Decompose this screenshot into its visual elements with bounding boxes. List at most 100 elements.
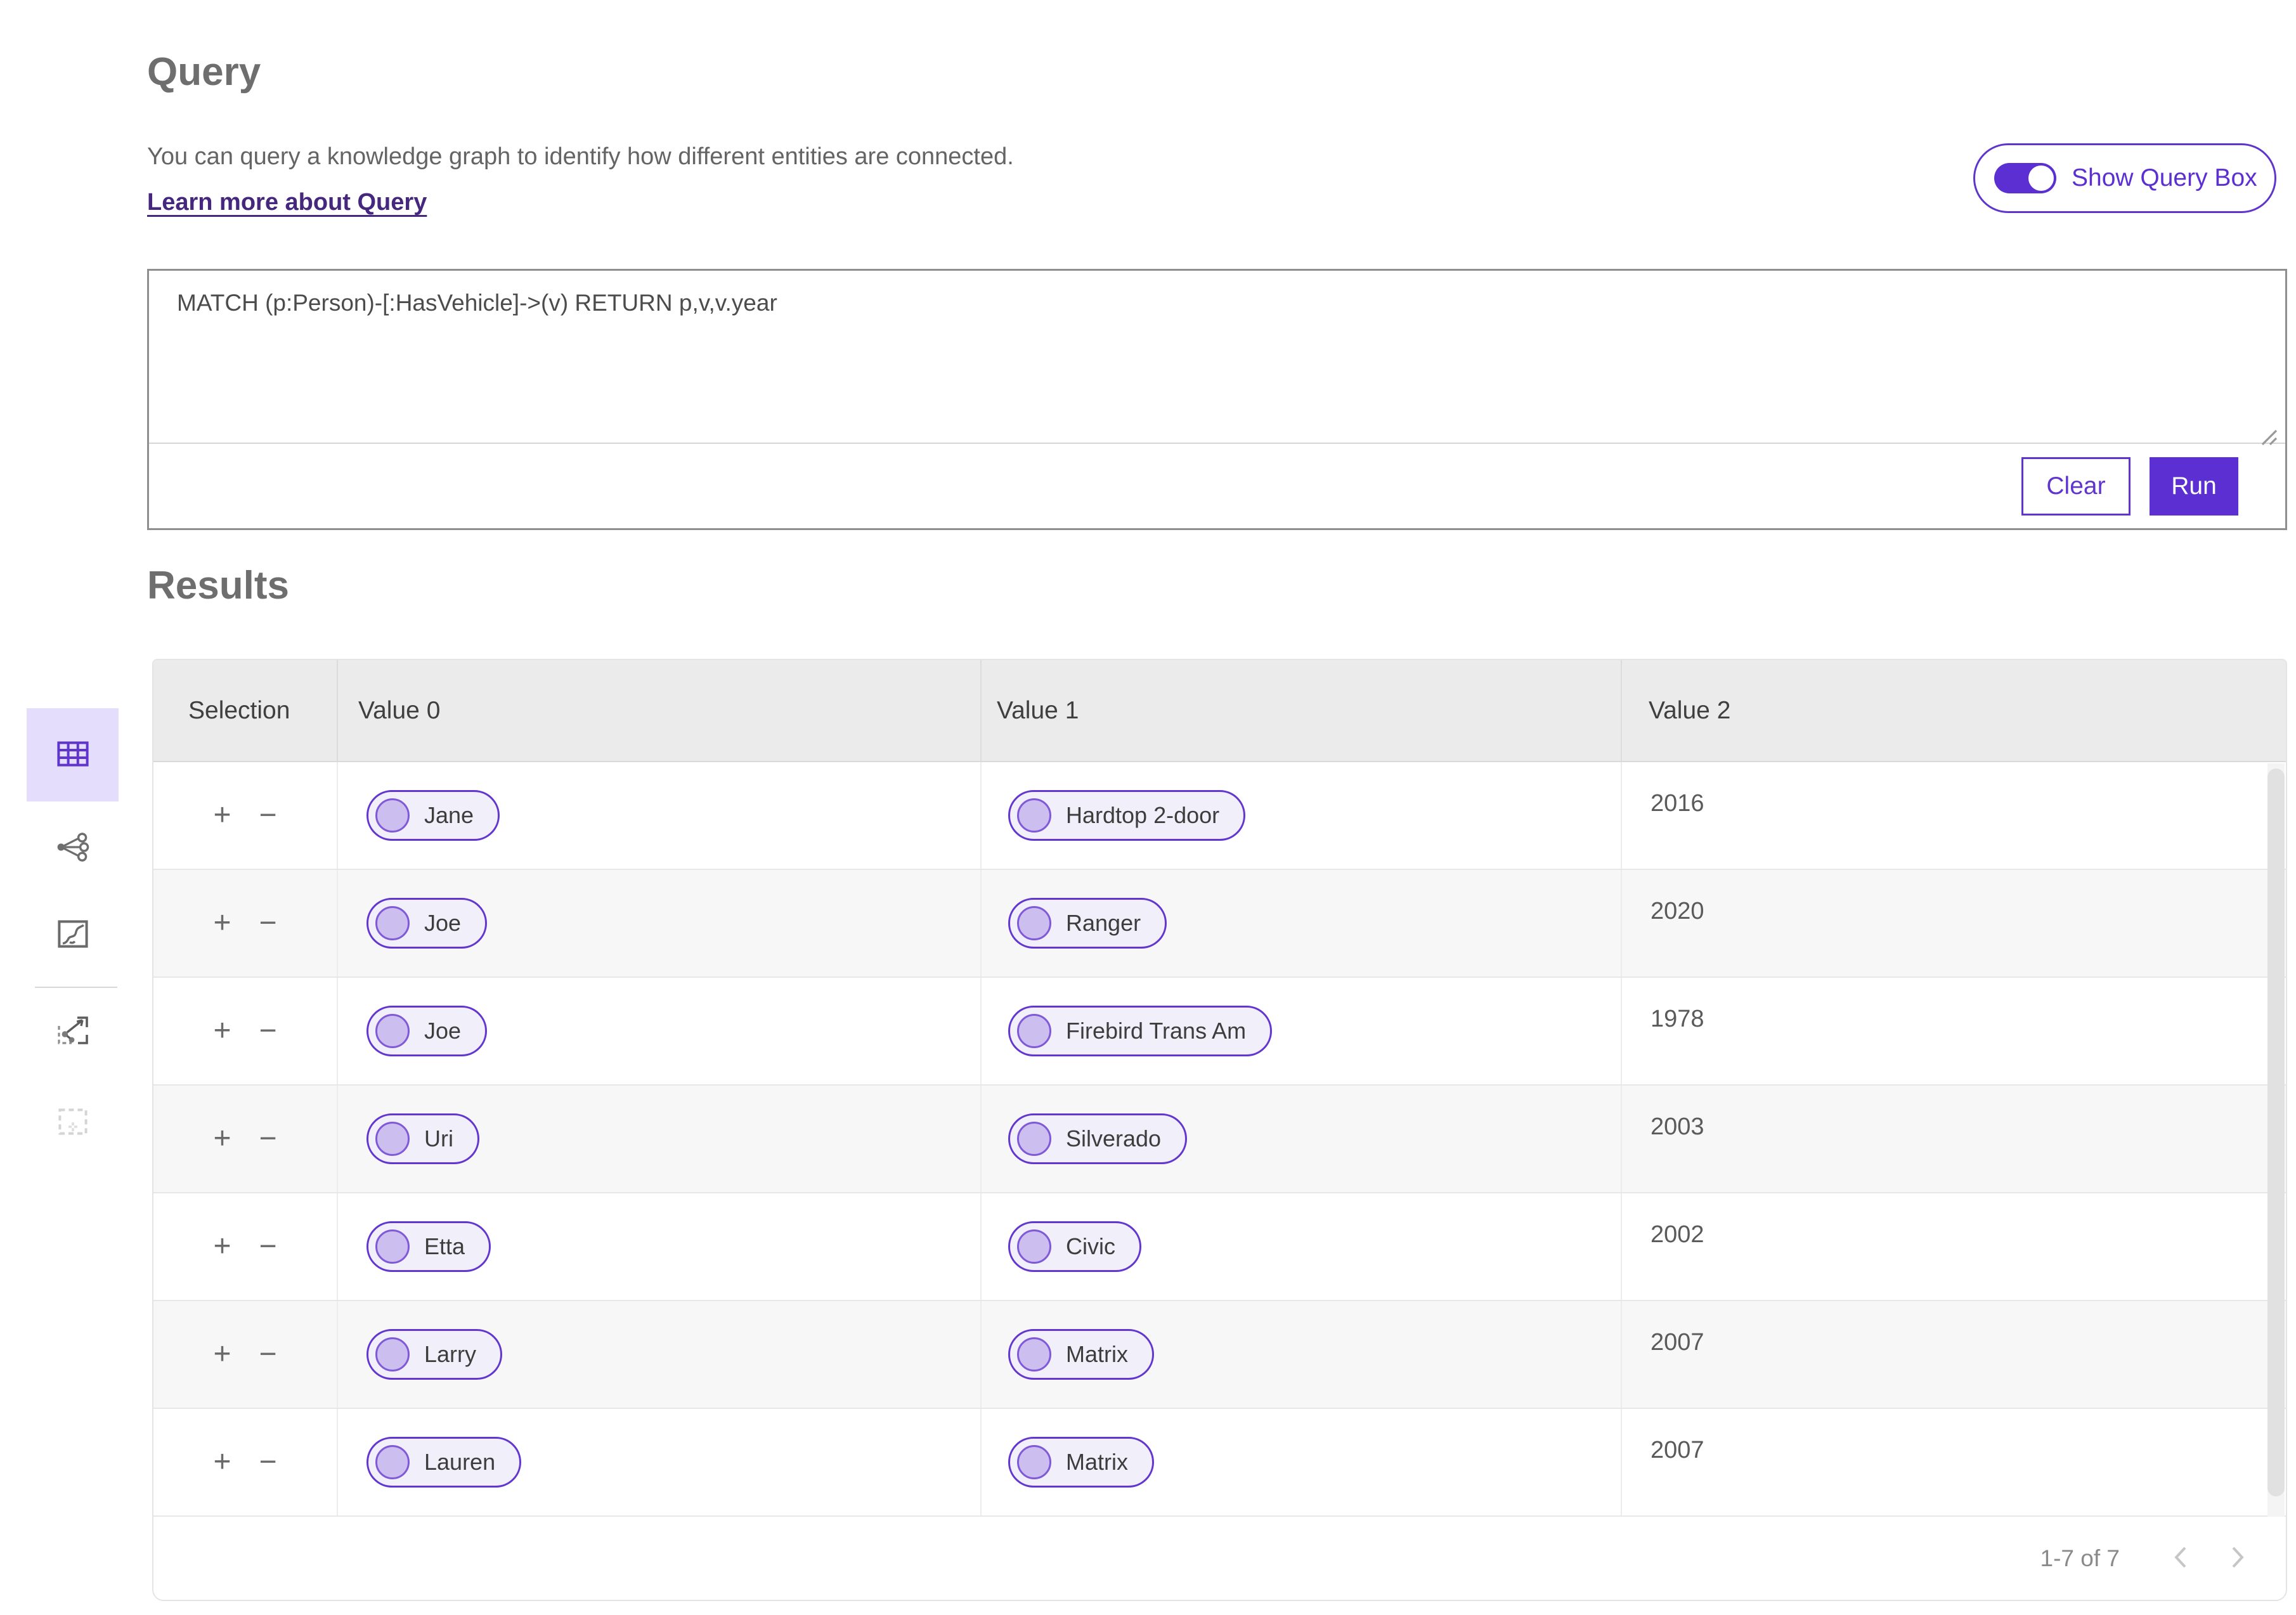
query-input[interactable]: MATCH (p:Person)-[:HasVehicle]->(v) RETU… xyxy=(149,271,2285,443)
prev-page-button[interactable] xyxy=(2172,1545,2188,1572)
column-header-value1: Value 1 xyxy=(982,660,1622,761)
value2-cell: 2003 xyxy=(1651,1113,1704,1140)
node-label: Civic xyxy=(1066,1233,1115,1259)
value1-cell: Hardtop 2-door xyxy=(982,762,1622,869)
node-circle-icon xyxy=(375,798,410,833)
sidebar-item-selection-tool xyxy=(27,1092,119,1153)
person-node-pill[interactable]: Lauren xyxy=(366,1437,522,1488)
next-page-button[interactable] xyxy=(2230,1545,2247,1572)
node-label: Ranger xyxy=(1066,910,1141,936)
run-button[interactable]: Run xyxy=(2150,457,2238,516)
value0-cell: Joe xyxy=(338,978,982,1084)
query-section-title: Query xyxy=(147,50,261,94)
sidebar-item-map-view[interactable] xyxy=(27,904,119,965)
remove-selection-button[interactable]: − xyxy=(259,1339,277,1370)
person-node-pill[interactable]: Etta xyxy=(366,1221,491,1272)
table-row: + − Jane Hardtop 2-door 2016 xyxy=(153,762,2286,870)
sidebar-item-network-view[interactable] xyxy=(27,817,119,878)
vehicle-node-pill[interactable]: Firebird Trans Am xyxy=(1008,1006,1273,1056)
chevron-right-icon xyxy=(2230,1545,2247,1572)
selection-cell: + − xyxy=(153,1301,338,1408)
value1-cell: Silverado xyxy=(982,1086,1622,1192)
value1-cell: Matrix xyxy=(982,1301,1622,1408)
vehicle-node-pill[interactable]: Silverado xyxy=(1008,1113,1188,1164)
table-row: + − Etta Civic 2002 xyxy=(153,1193,2286,1301)
person-node-pill[interactable]: Joe xyxy=(366,1006,488,1056)
vehicle-node-pill[interactable]: Civic xyxy=(1008,1221,1141,1272)
query-actions-bar: Clear Run xyxy=(149,443,2285,528)
node-circle-icon xyxy=(1017,798,1051,833)
value2-cell: 2002 xyxy=(1651,1221,1704,1248)
node-circle-icon xyxy=(375,1122,410,1156)
remove-selection-button[interactable]: − xyxy=(259,1231,277,1262)
toggle-switch-icon xyxy=(1994,163,2056,193)
table-footer: 1-7 of 7 xyxy=(153,1517,2286,1600)
node-label: Joe xyxy=(424,910,462,936)
clear-button[interactable]: Clear xyxy=(2021,457,2131,516)
column-header-value0: Value 0 xyxy=(338,660,982,761)
vehicle-node-pill[interactable]: Hardtop 2-door xyxy=(1008,790,1246,841)
value2-cell: 2007 xyxy=(1651,1329,1704,1356)
table-row: + − Uri Silverado 2003 xyxy=(153,1086,2286,1193)
node-label: Lauren xyxy=(424,1449,496,1475)
add-selection-button[interactable]: + xyxy=(213,1016,231,1046)
node-circle-icon xyxy=(1017,1337,1051,1372)
person-node-pill[interactable]: Uri xyxy=(366,1113,479,1164)
add-selection-button[interactable]: + xyxy=(213,908,231,938)
graph-extract-icon xyxy=(57,1016,89,1047)
person-node-pill[interactable]: Larry xyxy=(366,1329,503,1380)
node-label: Matrix xyxy=(1066,1341,1128,1367)
remove-selection-button[interactable]: − xyxy=(259,1124,277,1154)
node-label: Firebird Trans Am xyxy=(1066,1018,1247,1044)
vehicle-node-pill[interactable]: Matrix xyxy=(1008,1437,1154,1488)
table-scrollbar-thumb[interactable] xyxy=(2267,769,2285,1496)
remove-selection-button[interactable]: − xyxy=(259,800,277,831)
add-selection-button[interactable]: + xyxy=(213,800,231,831)
selection-cell: + − xyxy=(153,762,338,869)
node-circle-icon xyxy=(1017,1229,1051,1264)
vehicle-node-pill[interactable]: Ranger xyxy=(1008,898,1167,949)
sidebar-item-graph-extract[interactable] xyxy=(27,1001,119,1061)
node-label: Hardtop 2-door xyxy=(1066,802,1220,828)
table-row: + − Larry Matrix 2007 xyxy=(153,1301,2286,1409)
person-node-pill[interactable]: Jane xyxy=(366,790,500,841)
node-label: Uri xyxy=(424,1125,453,1151)
value0-cell: Uri xyxy=(338,1086,982,1192)
selection-tool-icon xyxy=(58,1108,88,1137)
node-circle-icon xyxy=(1017,906,1051,940)
query-description: You can query a knowledge graph to ident… xyxy=(147,143,1014,170)
add-selection-button[interactable]: + xyxy=(213,1339,231,1370)
toggle-knob xyxy=(2028,165,2054,191)
value2-cell: 1978 xyxy=(1651,1006,1704,1032)
sidebar-item-table-view[interactable] xyxy=(27,708,119,801)
node-circle-icon xyxy=(375,1337,410,1372)
show-query-box-toggle[interactable]: Show Query Box xyxy=(1973,143,2276,213)
add-selection-button[interactable]: + xyxy=(213,1231,231,1262)
remove-selection-button[interactable]: − xyxy=(259,1016,277,1046)
add-selection-button[interactable]: + xyxy=(213,1124,231,1154)
query-editor-panel: MATCH (p:Person)-[:HasVehicle]->(v) RETU… xyxy=(147,269,2287,530)
learn-more-link[interactable]: Learn more about Query xyxy=(147,189,427,216)
value1-cell: Civic xyxy=(982,1193,1622,1300)
table-header-row: Selection Value 0 Value 1 Value 2 xyxy=(153,660,2286,762)
remove-selection-button[interactable]: − xyxy=(259,908,277,938)
node-label: Etta xyxy=(424,1233,465,1259)
map-view-icon xyxy=(57,919,88,950)
network-view-icon xyxy=(56,832,89,864)
resize-handle-icon[interactable] xyxy=(2254,422,2279,447)
value1-cell: Firebird Trans Am xyxy=(982,978,1622,1084)
column-header-selection: Selection xyxy=(153,660,338,761)
node-circle-icon xyxy=(375,1014,410,1048)
vehicle-node-pill[interactable]: Matrix xyxy=(1008,1329,1154,1380)
value0-cell: Joe xyxy=(338,870,982,976)
node-circle-icon xyxy=(375,1445,410,1479)
person-node-pill[interactable]: Joe xyxy=(366,898,488,949)
toggle-label: Show Query Box xyxy=(2072,164,2257,191)
add-selection-button[interactable]: + xyxy=(213,1447,231,1477)
table-scrollbar-track[interactable] xyxy=(2267,763,2285,1517)
node-circle-icon xyxy=(375,906,410,940)
remove-selection-button[interactable]: − xyxy=(259,1447,277,1477)
table-row: + − Joe Ranger 2020 xyxy=(153,870,2286,978)
table-body: + − Jane Hardtop 2-door 2016 + − Joe Ran… xyxy=(153,762,2286,1517)
table-row: + − Joe Firebird Trans Am 1978 xyxy=(153,978,2286,1086)
